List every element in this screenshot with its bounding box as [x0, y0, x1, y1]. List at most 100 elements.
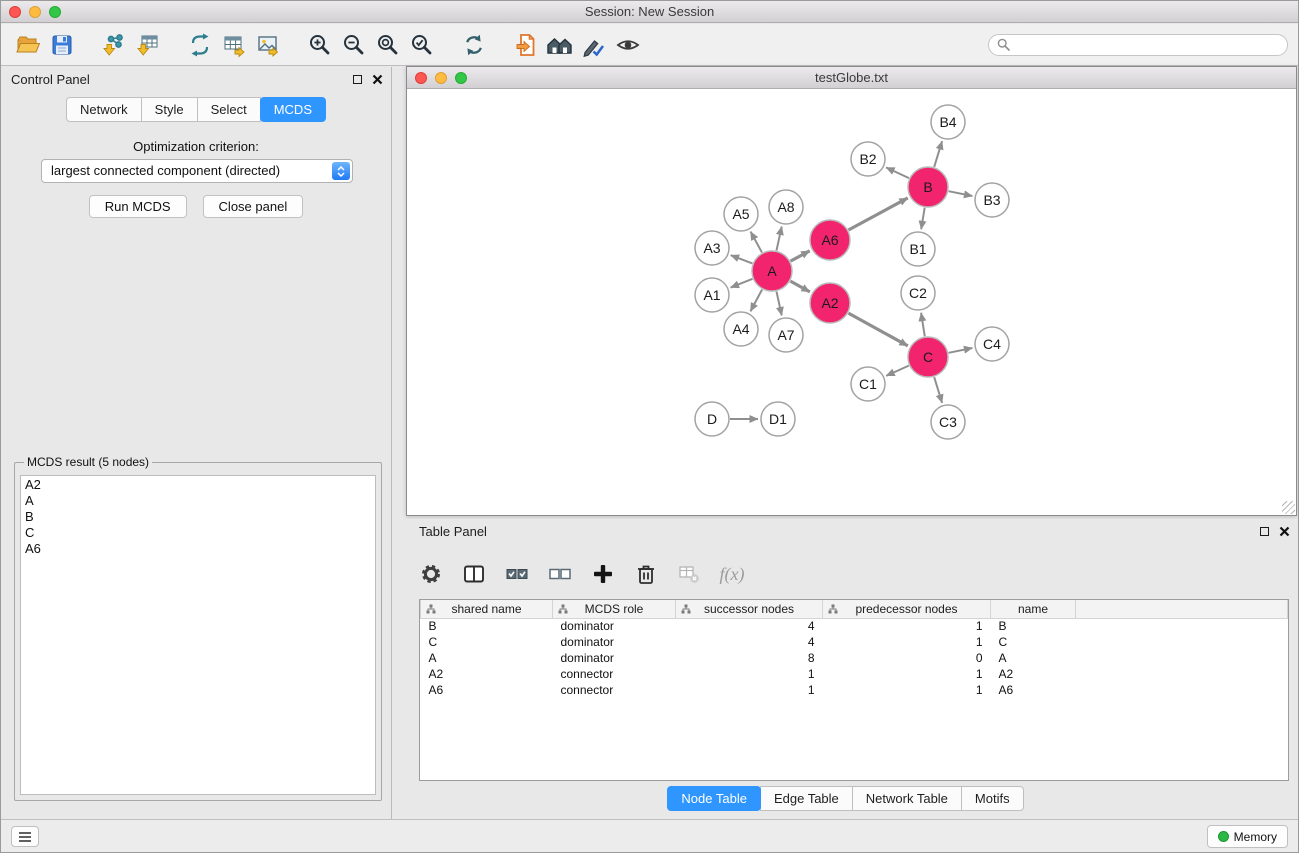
graph-node-label: B1	[909, 241, 926, 257]
graph-edge-A-A2[interactable]	[790, 281, 809, 292]
deselect-all-rows-button[interactable]	[546, 560, 574, 588]
graph-edge-B-B1[interactable]	[921, 208, 924, 230]
graph-edge-C-C4[interactable]	[949, 348, 973, 353]
column-header-mcds-role[interactable]: MCDS role	[553, 600, 676, 618]
minimize-window-button[interactable]	[29, 6, 41, 18]
tab-style[interactable]: Style	[141, 97, 198, 122]
graph-edge-C-C1[interactable]	[886, 366, 909, 376]
select-all-rows-button[interactable]	[503, 560, 531, 588]
graph-edge-A-A5[interactable]	[751, 232, 762, 253]
columns-icon	[462, 562, 486, 586]
table-row[interactable]: A2connector 11 A2	[421, 666, 1288, 682]
export-network-button[interactable]	[183, 28, 217, 62]
export-table-button[interactable]	[217, 28, 251, 62]
network-graph[interactable]: B4B2BB3A5A8A6B1A3AC2A1A2A4A7C4CC1C3DD1	[407, 90, 1296, 515]
apply-style-button[interactable]	[577, 28, 611, 62]
close-panel-button[interactable]: Close panel	[203, 195, 304, 218]
graph-edge-A-A8[interactable]	[776, 227, 781, 251]
column-header-predecessor-nodes[interactable]: predecessor nodes	[823, 600, 991, 618]
table-row[interactable]: Cdominator 41 C	[421, 634, 1288, 650]
column-header-shared-name[interactable]: shared name	[421, 600, 553, 618]
graph-edge-A-A1[interactable]	[731, 279, 753, 288]
zoom-out-button[interactable]	[337, 28, 371, 62]
graph-edge-B-B3[interactable]	[949, 191, 973, 196]
search-input[interactable]	[1014, 38, 1279, 52]
table-row[interactable]: Adominator 80 A	[421, 650, 1288, 666]
column-type-icon	[426, 604, 436, 614]
import-table-icon	[135, 32, 161, 58]
mcds-result-item[interactable]: B	[25, 509, 371, 525]
zoom-in-button[interactable]	[303, 28, 337, 62]
close-table-panel-icon[interactable]	[1279, 526, 1290, 537]
zoom-fit-button[interactable]	[371, 28, 405, 62]
graph-edge-A-A7[interactable]	[776, 292, 781, 316]
tab-network[interactable]: Network	[66, 97, 142, 122]
tab-edge-table[interactable]: Edge Table	[760, 786, 853, 811]
mcds-result-item[interactable]: C	[25, 525, 371, 541]
task-history-button[interactable]	[11, 826, 39, 847]
table-row[interactable]: A6connector 11 A6	[421, 682, 1288, 698]
control-panel-title: Control Panel	[11, 72, 90, 87]
mcds-result-item[interactable]: A	[25, 493, 371, 509]
close-panel-icon[interactable]	[372, 74, 383, 85]
network-canvas[interactable]: B4B2BB3A5A8A6B1A3AC2A1A2A4A7C4CC1C3DD1	[407, 90, 1296, 515]
network-window-titlebar[interactable]: testGlobe.txt	[407, 67, 1296, 89]
close-window-button[interactable]	[9, 6, 21, 18]
save-session-button[interactable]	[45, 28, 79, 62]
tab-select[interactable]: Select	[197, 97, 261, 122]
graph-edge-A6-B[interactable]	[848, 198, 907, 230]
export-image-button[interactable]	[251, 28, 285, 62]
mcds-result-item[interactable]: A6	[25, 541, 371, 557]
search-box[interactable]	[988, 34, 1288, 56]
run-mcds-button[interactable]: Run MCDS	[89, 195, 187, 218]
refresh-button[interactable]	[457, 28, 491, 62]
table-settings-button[interactable]	[417, 560, 445, 588]
criterion-dropdown[interactable]: largest connected component (directed)	[41, 159, 353, 183]
network-close-button[interactable]	[415, 72, 427, 84]
export-document-button[interactable]	[509, 28, 543, 62]
graph-edge-A-A3[interactable]	[731, 255, 753, 263]
graph-edge-B-B4[interactable]	[934, 141, 942, 167]
float-panel-icon[interactable]	[353, 75, 362, 84]
graph-edge-A-A6[interactable]	[791, 251, 810, 261]
node-table-container[interactable]: shared name MCDS role successor nodes	[419, 599, 1289, 781]
open-session-button[interactable]	[11, 28, 45, 62]
select-columns-button[interactable]	[460, 560, 488, 588]
graph-edge-C-C2[interactable]	[921, 313, 925, 336]
delete-column-button[interactable]	[632, 560, 660, 588]
search-icon	[997, 38, 1010, 51]
table-row[interactable]: Bdominator 41 B	[421, 618, 1288, 634]
network-minimize-button[interactable]	[435, 72, 447, 84]
zoom-selected-button[interactable]	[405, 28, 439, 62]
zoom-out-icon	[341, 32, 367, 58]
home-button[interactable]	[543, 28, 577, 62]
mcds-result-item[interactable]: A2	[25, 477, 371, 493]
table-delete-icon	[677, 562, 701, 586]
graph-edge-A2-C[interactable]	[848, 313, 907, 346]
tab-node-table[interactable]: Node Table	[667, 786, 761, 811]
tab-motifs[interactable]: Motifs	[961, 786, 1024, 811]
fx-icon: f(x)	[720, 564, 745, 585]
graph-edge-B-B2[interactable]	[886, 167, 909, 178]
import-network-button[interactable]	[97, 28, 131, 62]
graph-node-label: B4	[939, 114, 956, 130]
column-header-successor-nodes[interactable]: successor nodes	[676, 600, 823, 618]
graph-edge-A-A4[interactable]	[750, 290, 762, 312]
column-header-name[interactable]: name	[991, 600, 1076, 618]
graph-edge-C-C3[interactable]	[934, 377, 942, 403]
import-table-button[interactable]	[131, 28, 165, 62]
memory-button[interactable]: Memory	[1207, 825, 1288, 848]
tab-mcds[interactable]: MCDS	[260, 97, 326, 122]
export-table-icon	[221, 32, 247, 58]
add-column-button[interactable]	[589, 560, 617, 588]
zoom-window-button[interactable]	[49, 6, 61, 18]
function-builder-button-disabled: f(x)	[718, 560, 746, 588]
network-zoom-button[interactable]	[455, 72, 467, 84]
tab-network-table[interactable]: Network Table	[852, 786, 962, 811]
show-hide-details-button[interactable]	[611, 28, 645, 62]
graph-node-label: C2	[909, 285, 927, 301]
graph-node-label: C1	[859, 376, 877, 392]
window-resize-handle[interactable]	[1282, 501, 1295, 514]
mcds-result-list[interactable]: A2 A B C A6	[20, 475, 376, 795]
float-table-panel-icon[interactable]	[1260, 527, 1269, 536]
